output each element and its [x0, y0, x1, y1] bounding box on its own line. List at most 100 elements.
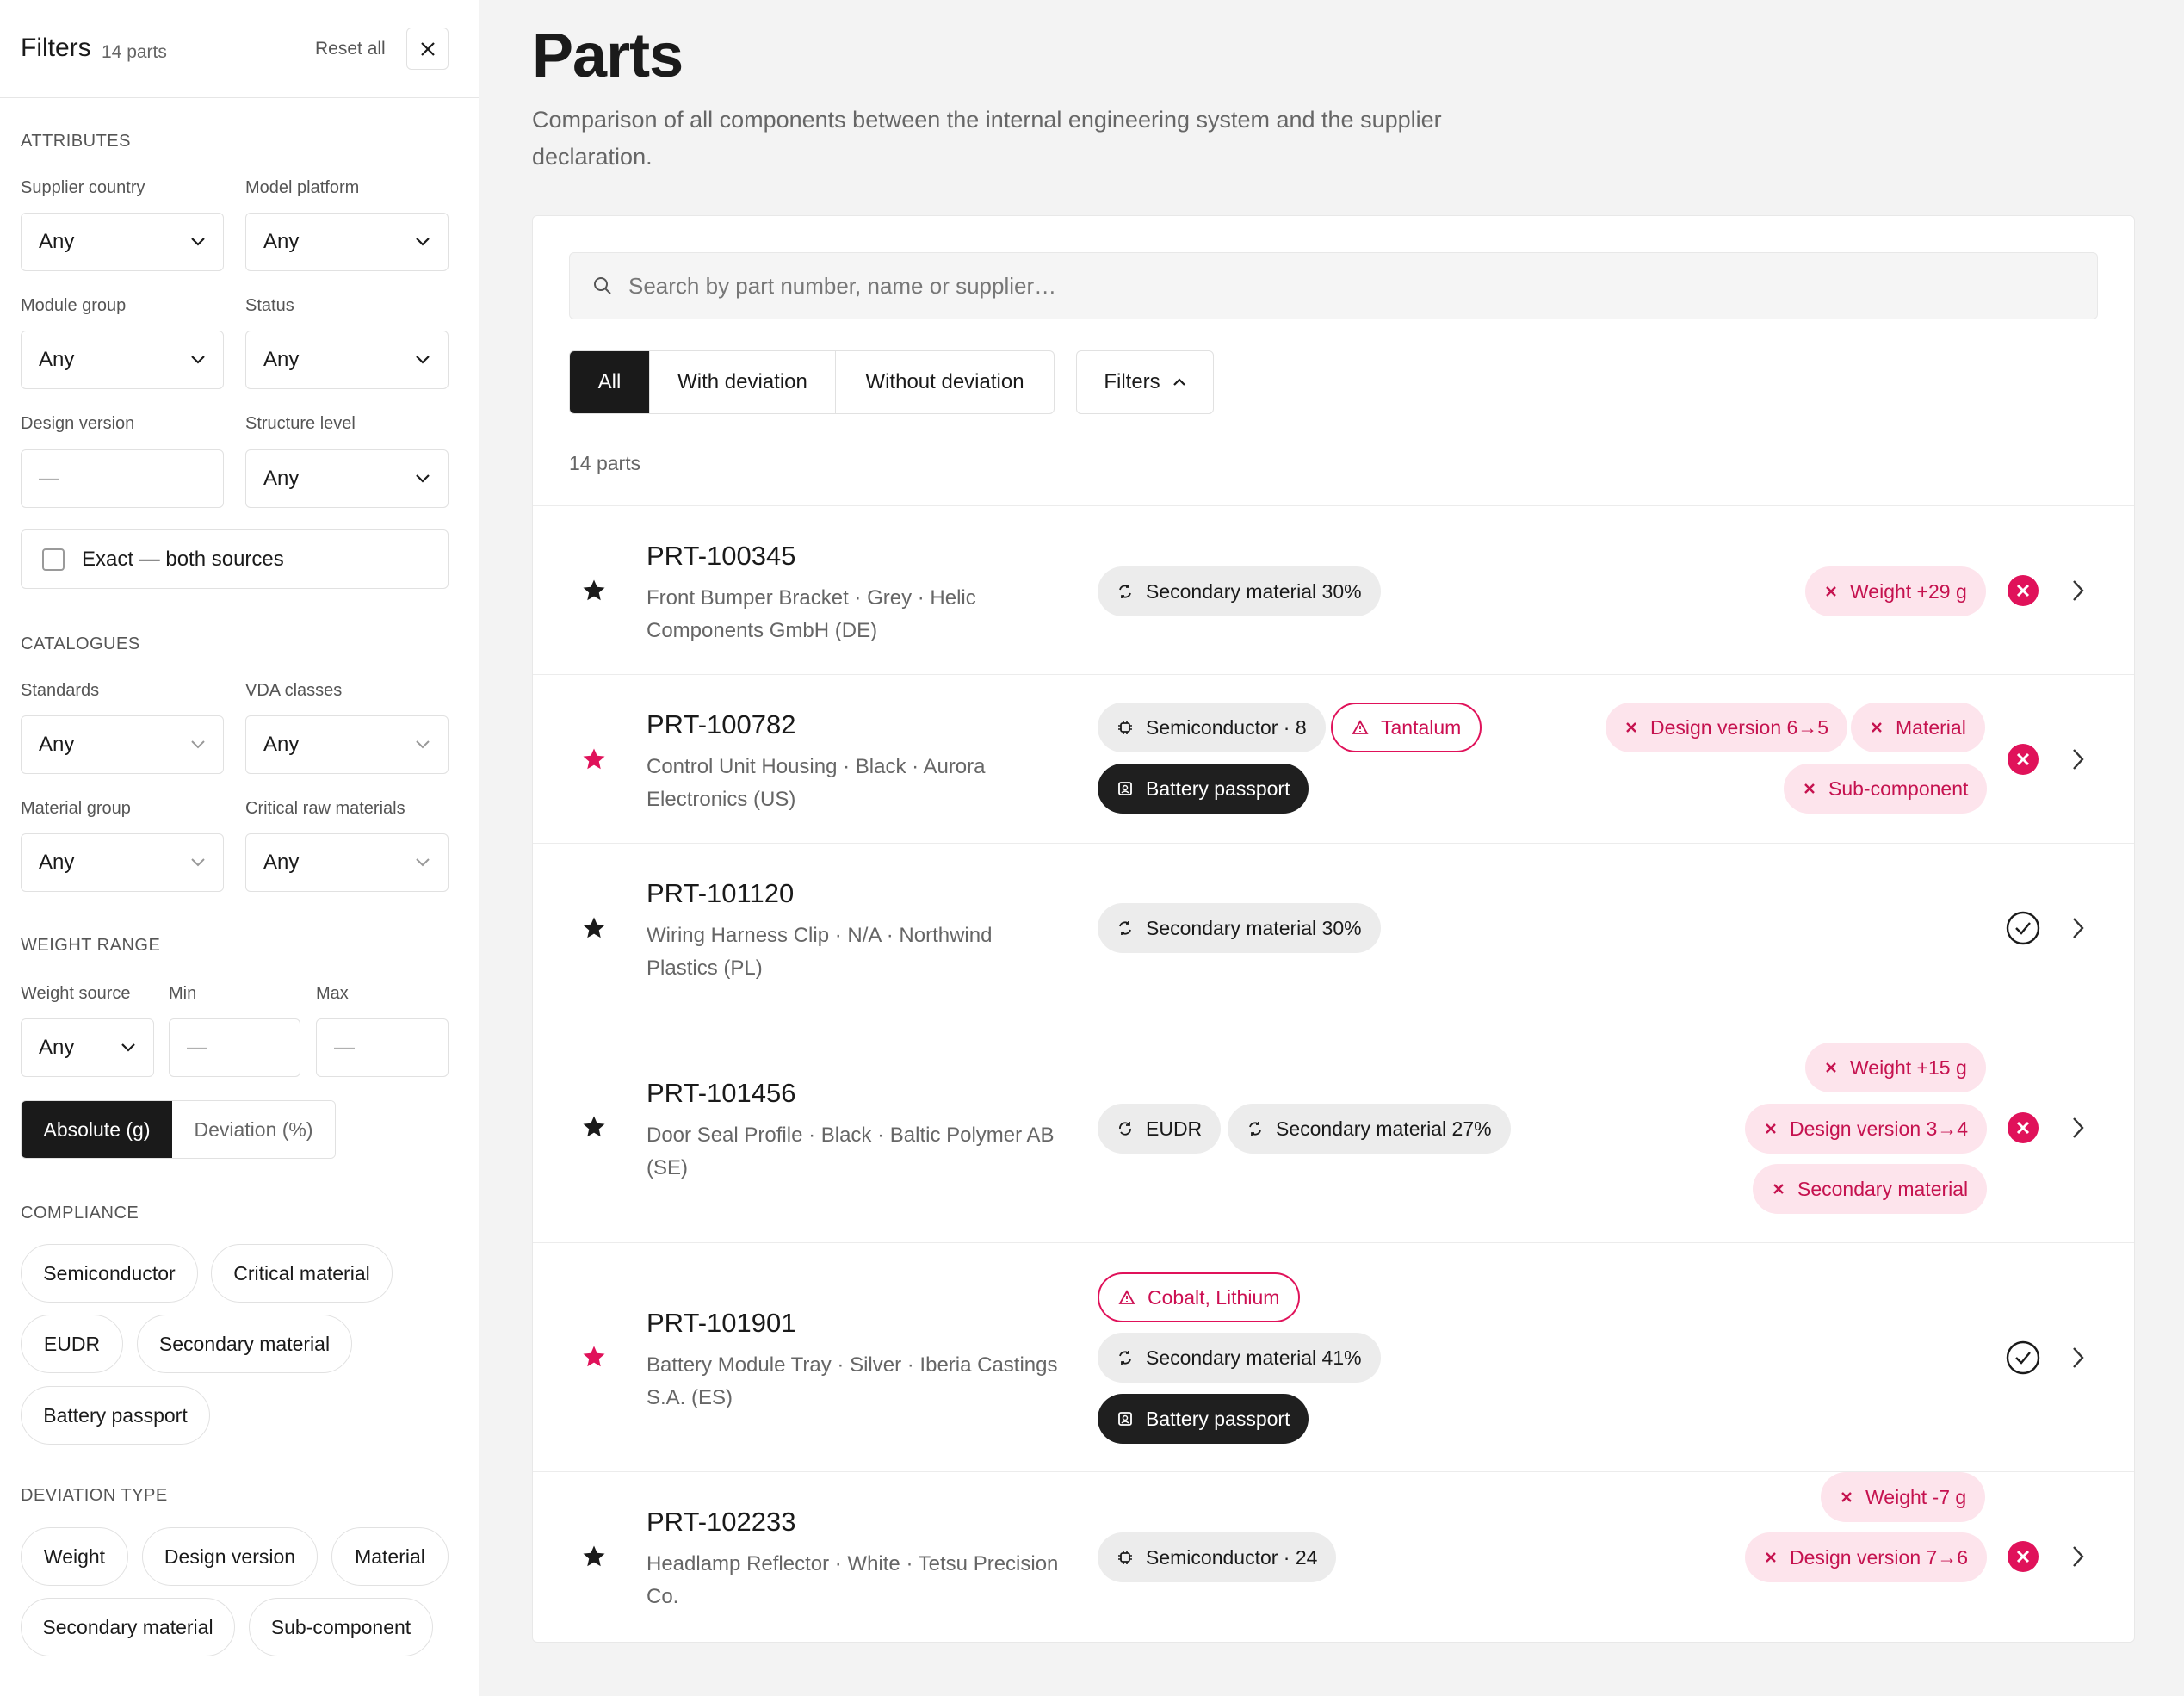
deviation-label: Design version 3→4 [1790, 1117, 1969, 1140]
deviation-status-icon [2008, 575, 2039, 606]
design-version-input[interactable]: — [21, 449, 224, 508]
weight-range-section-title: WEIGHT RANGE [21, 936, 161, 955]
weight-source-value: Any [39, 1036, 75, 1059]
model-platform-select[interactable]: Any [245, 213, 449, 271]
tab-with-deviation[interactable]: With deviation [650, 351, 836, 413]
search-bar[interactable] [569, 252, 2098, 319]
x-icon [1872, 722, 1882, 733]
deviation-chip-secondary-material[interactable]: Secondary material [21, 1598, 235, 1656]
module-group-select[interactable]: Any [21, 331, 224, 389]
chevron-right-icon[interactable] [2070, 1544, 2087, 1569]
part-row[interactable]: PRT-101456 Door Seal Profile · Black · B… [533, 1012, 2134, 1242]
star-icon[interactable] [581, 1114, 607, 1140]
parts-count: 14 parts [569, 452, 641, 474]
x-icon [1826, 1062, 1836, 1073]
supplier-country-label: Supplier country [21, 178, 145, 197]
filters-toggle-button[interactable]: Filters [1076, 350, 1214, 414]
critical-raw-materials-select[interactable]: Any [245, 833, 449, 892]
material-group-select[interactable]: Any [21, 833, 224, 892]
exact-checkbox[interactable] [42, 548, 65, 571]
star-icon[interactable] [581, 1544, 607, 1569]
standards-value: Any [39, 733, 75, 756]
deviation-design-version: Design version 3→4 [1745, 1104, 1988, 1154]
chevron-down-icon [416, 740, 430, 749]
compliance-chip-semiconductor[interactable]: Semiconductor [21, 1244, 198, 1303]
critical-raw-materials-label: Critical raw materials [245, 799, 405, 818]
x-icon [1626, 722, 1636, 733]
weight-max-input[interactable]: — [316, 1018, 449, 1077]
deviation-design-version: Design version 6→5 [1606, 703, 1848, 752]
close-icon [420, 41, 435, 56]
deviation-tabs: All With deviation Without deviation [569, 350, 1055, 414]
compliance-chip-battery-passport[interactable]: Battery passport [21, 1386, 210, 1445]
part-row[interactable]: PRT-100782 Control Unit Housing · Black … [533, 674, 2134, 843]
compliance-chip-critical-material[interactable]: Critical material [211, 1244, 393, 1303]
deviation-chip-material[interactable]: Material [331, 1527, 449, 1586]
chevron-right-icon[interactable] [2070, 578, 2087, 604]
tab-without-deviation[interactable]: Without deviation [836, 351, 1054, 413]
star-icon[interactable] [581, 746, 607, 772]
supplier-country-select[interactable]: Any [21, 213, 224, 271]
part-number: PRT-101120 [647, 878, 795, 908]
chevron-down-icon [416, 238, 430, 246]
search-input[interactable] [628, 272, 2006, 300]
exact-label: Exact — both sources [82, 547, 284, 571]
standards-select[interactable]: Any [21, 715, 224, 774]
deviation-chip-weight[interactable]: Weight [21, 1527, 128, 1586]
part-row[interactable]: PRT-101901 Battery Module Tray · Silver … [533, 1242, 2134, 1471]
deviation-sub-component: Sub-component [1784, 764, 1988, 814]
attributes-section-title: ATTRIBUTES [21, 132, 131, 151]
chevron-down-icon [191, 238, 205, 246]
chevron-down-icon [416, 474, 430, 483]
exact-both-sources-toggle[interactable]: Exact — both sources [21, 529, 449, 589]
compliance-chip-eudr[interactable]: EUDR [21, 1315, 123, 1373]
absolute-mode-button[interactable]: Absolute (g) [22, 1101, 172, 1158]
structure-level-select[interactable]: Any [245, 449, 449, 508]
deviation-chip-design-version[interactable]: Design version [142, 1527, 318, 1586]
catalogues-section-title: CATALOGUES [21, 634, 140, 653]
deviation-label: Sub-component [1828, 777, 1969, 800]
star-icon[interactable] [581, 1344, 607, 1370]
tag-battery-passport: Battery passport [1098, 764, 1309, 814]
chip-icon [1118, 721, 1132, 734]
tag-label: Semiconductor · 24 [1146, 1545, 1318, 1569]
tag-secondary-material: Secondary material 41% [1098, 1333, 1381, 1383]
chevron-right-icon[interactable] [2070, 746, 2087, 772]
chevron-right-icon[interactable] [2070, 1115, 2087, 1141]
star-icon[interactable] [581, 915, 607, 941]
critical-raw-materials-value: Any [263, 851, 300, 874]
compliance-chip-secondary-material[interactable]: Secondary material [137, 1315, 352, 1373]
structure-level-label: Structure level [245, 414, 356, 433]
chevron-right-icon[interactable] [2070, 1345, 2087, 1371]
tab-all[interactable]: All [570, 351, 650, 413]
recycle-icon [1119, 921, 1131, 935]
supplier-country-value: Any [39, 230, 75, 253]
chevron-right-icon[interactable] [2070, 915, 2087, 941]
deviation-mode-button[interactable]: Deviation (%) [172, 1101, 335, 1158]
status-select[interactable]: Any [245, 331, 449, 389]
model-platform-label: Model platform [245, 178, 360, 197]
vda-classes-value: Any [263, 733, 300, 756]
weight-source-select[interactable]: Any [21, 1018, 154, 1077]
reset-all-button[interactable]: Reset all [315, 39, 386, 59]
weight-mode-toggle: Absolute (g) Deviation (%) [21, 1100, 336, 1159]
star-icon[interactable] [581, 578, 607, 604]
tag-label: Secondary material 41% [1146, 1346, 1362, 1369]
part-number: PRT-102233 [647, 1507, 796, 1537]
chevron-up-icon [1172, 378, 1185, 386]
part-description: Control Unit Housing · Black · Aurora El… [647, 755, 986, 811]
part-row[interactable]: PRT-100345 Front Bumper Bracket · Grey ·… [533, 505, 2134, 674]
tag-label: Secondary material 30% [1146, 916, 1362, 939]
x-icon [1826, 586, 1836, 597]
model-platform-value: Any [263, 230, 300, 253]
weight-min-input[interactable]: — [169, 1018, 300, 1077]
close-filters-button[interactable] [406, 28, 449, 70]
deviation-weight: Weight +15 g [1805, 1043, 1986, 1092]
deviation-weight: Weight -7 g [1821, 1472, 1986, 1522]
deviation-label: Design version 6→5 [1650, 715, 1829, 739]
filters-sidebar: Filters 14 parts Reset all ATTRIBUTES Su… [0, 0, 479, 1696]
part-row[interactable]: PRT-101120 Wiring Harness Clip · N/A · N… [533, 843, 2134, 1012]
vda-classes-select[interactable]: Any [245, 715, 449, 774]
part-row[interactable]: PRT-102233 Headlamp Reflector · White · … [533, 1471, 2134, 1642]
deviation-chip-sub-component[interactable]: Sub-component [249, 1598, 433, 1656]
